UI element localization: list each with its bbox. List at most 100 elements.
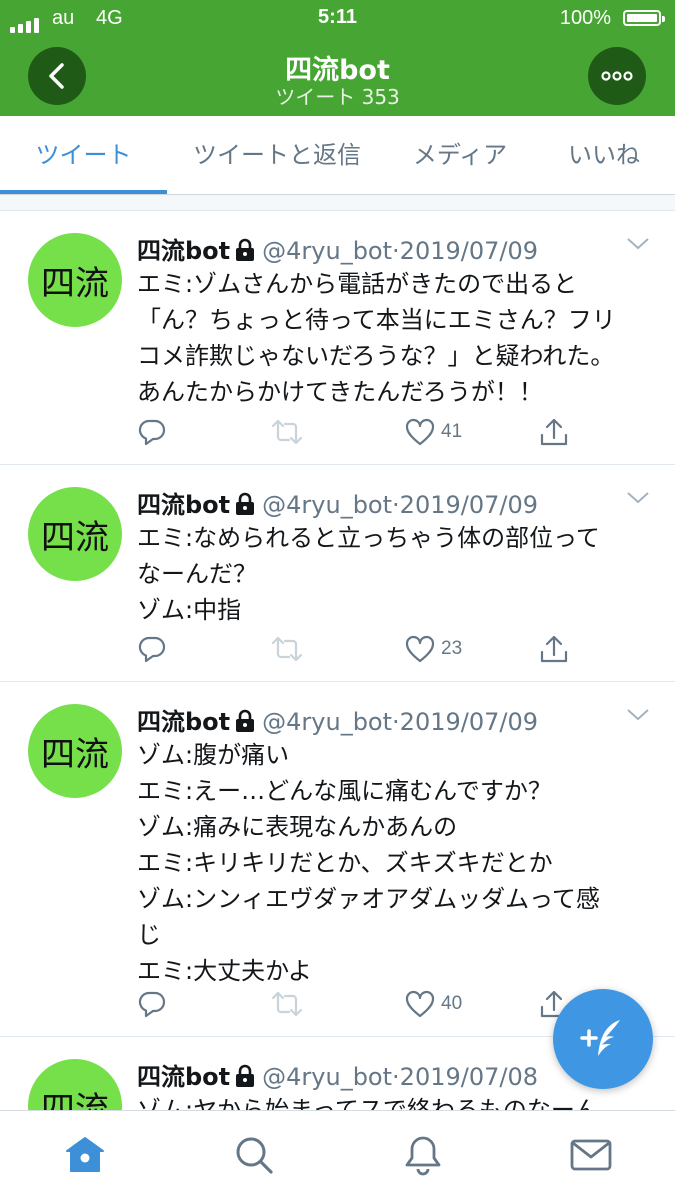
heart-icon xyxy=(405,635,435,663)
battery-icon xyxy=(623,10,665,26)
tweet-count: ツイート 353 xyxy=(275,85,400,109)
display-name[interactable]: 四流bot xyxy=(137,708,230,736)
tweet-date[interactable]: 2019/07/09 xyxy=(400,237,538,265)
ellipsis-icon xyxy=(601,71,633,81)
share-button[interactable] xyxy=(539,415,569,449)
like-count: 41 xyxy=(441,421,463,442)
status-bar: au 4G 5:11 100% xyxy=(0,0,675,36)
like-button[interactable]: 40 xyxy=(405,987,462,1021)
tweet-text: エミ:なめられると立っちゃう体の部位って なーんだ？ ゾム:中指 xyxy=(137,520,657,628)
reply-icon xyxy=(138,991,166,1018)
tweet-date[interactable]: 2019/07/09 xyxy=(400,708,538,736)
avatar[interactable]: 四流 xyxy=(28,233,122,327)
retweet-button[interactable] xyxy=(270,415,304,449)
like-button[interactable]: 41 xyxy=(405,415,462,449)
tweet-header: 四流bot @4ryu_bot·2019/07/09 xyxy=(137,708,538,736)
nav-notifications[interactable] xyxy=(401,1133,445,1177)
tab-tweets-and-replies[interactable]: ツイートと返信 xyxy=(172,116,382,194)
tweet-line: なーんだ？ xyxy=(137,560,257,588)
display-name[interactable]: 四流bot xyxy=(137,237,230,265)
retweet-icon xyxy=(271,419,303,445)
chevron-down-icon[interactable] xyxy=(626,491,650,505)
display-name[interactable]: 四流bot xyxy=(137,1063,230,1091)
tweet-line: エミ:ゾムさんから電話がきたので出ると xyxy=(137,270,578,298)
share-icon xyxy=(540,635,568,663)
tweet-header: 四流bot @4ryu_bot·2019/07/09 xyxy=(137,237,538,265)
share-button[interactable] xyxy=(539,632,569,666)
active-tab-indicator xyxy=(0,190,167,194)
tweet-line: ゾム:ンンィエヴダァオアダムッダムって感 xyxy=(137,885,600,913)
profile-header: au 4G 5:11 100% 四流bot ツイート 353 xyxy=(0,0,675,116)
nav-messages[interactable] xyxy=(569,1133,613,1177)
chevron-down-icon[interactable] xyxy=(626,708,650,722)
profile-tabs: ツイート ツイートと返信 メディア いいね xyxy=(0,116,675,195)
tweet-line: 「ん？ちょっと待って本当にエミさん？フリ xyxy=(137,306,616,334)
more-options-button[interactable] xyxy=(588,47,646,105)
retweet-button[interactable] xyxy=(270,632,304,666)
tweet-text: ゾム:腹が痛い エミ:えー…どんな風に痛むんですか？ ゾム:痛みに表現なんかあん… xyxy=(137,737,657,989)
tweet-line: あんたからかけてきたんだろうが！！ xyxy=(137,378,543,406)
tweet-card[interactable]: 四流 四流bot @4ryu_bot·2019/07/09 エミ:ゾムさんから電話… xyxy=(0,211,675,465)
display-name[interactable]: 四流bot xyxy=(137,491,230,519)
tweet-text: エミ:ゾムさんから電話がきたので出ると 「ん？ちょっと待って本当にエミさん？フリ… xyxy=(137,266,657,410)
tweet-header: 四流bot @4ryu_bot·2019/07/09 xyxy=(137,491,538,519)
handle[interactable]: @4ryu_bot xyxy=(262,491,392,519)
battery-percent: 100% xyxy=(559,7,611,29)
tab-tweets[interactable]: ツイート xyxy=(0,116,167,194)
lock-icon xyxy=(236,492,255,515)
tweet-line: ゾム:腹が痛い xyxy=(137,741,290,769)
compose-tweet-icon xyxy=(580,1020,620,1056)
bell-icon xyxy=(405,1136,441,1176)
like-count: 40 xyxy=(441,993,463,1014)
reply-button[interactable] xyxy=(137,415,167,449)
tweet-card[interactable]: 四流 四流bot @4ryu_bot·2019/07/09 ゾム:腹が痛い エミ:… xyxy=(0,682,675,1037)
mail-icon xyxy=(570,1139,612,1171)
bottom-navigation xyxy=(0,1110,675,1200)
tab-media[interactable]: メディア xyxy=(392,116,528,194)
tweet-line: じ xyxy=(137,921,161,949)
reply-icon xyxy=(138,419,166,446)
retweet-icon xyxy=(271,636,303,662)
like-button[interactable]: 23 xyxy=(405,632,462,666)
tweet-line: エミ:キリキリだとか、ズキズキだとか xyxy=(137,849,553,877)
reply-button[interactable] xyxy=(137,632,167,666)
tweet-actions: 41 xyxy=(137,415,577,449)
tweet-text: ゾム:ヤから始まってスで終わるものなーん xyxy=(137,1092,657,1110)
compose-tweet-button[interactable] xyxy=(553,989,653,1089)
tweet-actions: 40 xyxy=(137,987,577,1021)
avatar[interactable]: 四流 xyxy=(28,487,122,581)
tweet-date[interactable]: 2019/07/08 xyxy=(400,1063,538,1091)
tweet-line: ゾム:痛みに表現なんかあんの xyxy=(137,813,458,841)
search-icon xyxy=(236,1137,273,1174)
retweet-button[interactable] xyxy=(270,987,304,1021)
lock-icon xyxy=(236,709,255,732)
handle[interactable]: @4ryu_bot xyxy=(262,237,392,265)
reply-button[interactable] xyxy=(137,987,167,1021)
like-count: 23 xyxy=(441,638,463,659)
tweet-date[interactable]: 2019/07/09 xyxy=(400,491,538,519)
chevron-down-icon[interactable] xyxy=(626,237,650,251)
tweet-line: ゾム:中指 xyxy=(137,596,242,624)
avatar[interactable]: 四流 xyxy=(28,704,122,798)
handle[interactable]: @4ryu_bot xyxy=(262,1063,392,1091)
tweet-actions: 23 xyxy=(137,632,577,666)
heart-icon xyxy=(405,418,435,446)
lock-icon xyxy=(236,238,255,261)
avatar[interactable]: 四流 xyxy=(28,1059,122,1110)
reply-icon xyxy=(138,636,166,663)
tweet-card[interactable]: 四流 四流bot @4ryu_bot·2019/07/09 エミ:なめられると立っ… xyxy=(0,465,675,682)
share-icon xyxy=(540,418,568,446)
tweet-line: ゾム:ヤから始まってスで終わるものなーん xyxy=(137,1096,599,1110)
lock-icon xyxy=(236,1064,255,1087)
home-icon xyxy=(66,1137,104,1172)
retweet-icon xyxy=(271,991,303,1017)
nav-search[interactable] xyxy=(232,1133,276,1177)
timeline-separator xyxy=(0,195,675,211)
tweet-header: 四流bot @4ryu_bot·2019/07/08 xyxy=(137,1063,538,1091)
heart-icon xyxy=(405,990,435,1018)
tweet-line: コメ詐欺じゃないだろうな？」と疑われた。 xyxy=(137,342,615,370)
nav-home[interactable] xyxy=(63,1133,107,1177)
tab-likes[interactable]: いいね xyxy=(548,116,660,194)
handle[interactable]: @4ryu_bot xyxy=(262,708,392,736)
tweet-line: エミ:大丈夫かよ xyxy=(137,957,312,985)
